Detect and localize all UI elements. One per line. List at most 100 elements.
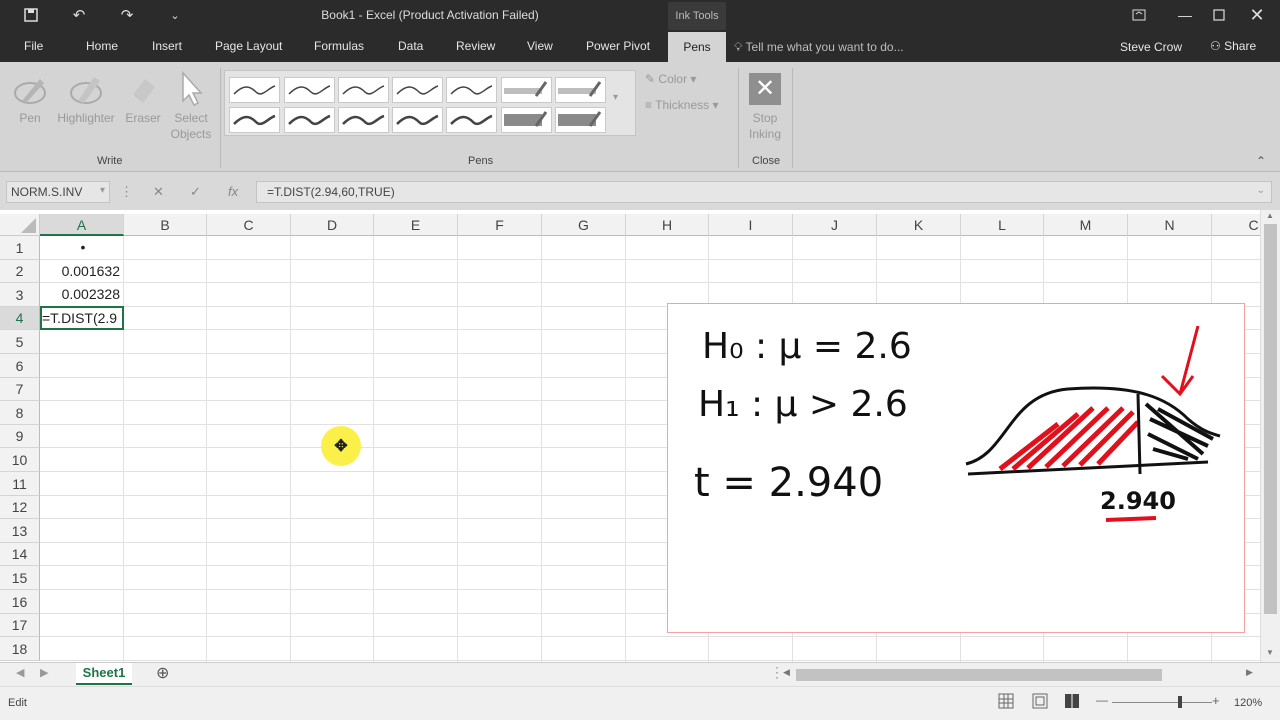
pen-swatch[interactable] — [229, 107, 280, 133]
expand-formula-icon[interactable]: ⌄ — [1257, 185, 1265, 196]
column-header-h[interactable]: H — [626, 214, 709, 236]
pen-swatch[interactable] — [446, 77, 497, 103]
row-header-16[interactable]: 16 — [0, 590, 40, 614]
stop-inking-button[interactable]: ✕ Stop Inking — [742, 68, 788, 142]
ribbon-display-options-icon[interactable] — [1116, 0, 1162, 30]
formula-input[interactable]: =T.DIST(2.94,60,TRUE) ⌄ — [256, 181, 1272, 203]
sheet-tab-sheet1[interactable]: Sheet1 — [76, 663, 132, 685]
row-header-9[interactable]: 9 — [0, 425, 40, 448]
pen-swatch[interactable] — [284, 107, 335, 133]
pen-button[interactable]: Pen — [8, 68, 52, 126]
pen-swatch[interactable] — [229, 77, 280, 103]
pen-swatch[interactable] — [392, 77, 443, 103]
insert-function-icon[interactable]: fx — [228, 184, 238, 199]
column-header-m[interactable]: M — [1044, 214, 1128, 236]
column-header-c[interactable]: C — [1212, 214, 1260, 236]
row-header-5[interactable]: 5 — [0, 330, 40, 354]
name-box-dropdown-icon[interactable]: ▾ — [100, 185, 105, 196]
row-header-11[interactable]: 11 — [0, 472, 40, 496]
ink-drawing-area[interactable]: H₀ : μ = 2.6 H₁ : μ > 2.6 t = 2.940 2.94… — [667, 303, 1245, 633]
select-objects-button[interactable]: Select Objects — [166, 68, 216, 142]
tab-view[interactable]: View — [527, 39, 553, 57]
scroll-down-icon[interactable]: ▼ — [1266, 648, 1274, 657]
row-header-2[interactable]: 2 — [0, 260, 40, 283]
pen-swatch[interactable] — [555, 77, 606, 103]
scroll-right-icon[interactable]: ▶ — [1246, 667, 1253, 678]
pen-swatch[interactable] — [501, 107, 552, 133]
row-header-15[interactable]: 15 — [0, 566, 40, 590]
thickness-button[interactable]: ≡ Thickness ▾ — [645, 98, 719, 112]
column-header-k[interactable]: K — [877, 214, 961, 236]
next-sheet-icon[interactable]: ▶ — [40, 666, 48, 679]
row-header-17[interactable]: 17 — [0, 614, 40, 637]
more-options-icon[interactable]: ⋮ — [120, 184, 133, 200]
pen-swatch[interactable] — [284, 77, 335, 103]
name-box[interactable]: NORM.S.INV ▾ — [6, 181, 110, 203]
column-header-j[interactable]: J — [793, 214, 877, 236]
vertical-scroll-thumb[interactable] — [1264, 224, 1277, 614]
column-header-l[interactable]: L — [961, 214, 1044, 236]
collapse-ribbon-icon[interactable]: ⌃ — [1256, 154, 1266, 168]
cell-a2[interactable]: 0.001632 — [42, 263, 124, 279]
column-header-g[interactable]: G — [542, 214, 626, 236]
zoom-level[interactable]: 120% — [1234, 697, 1262, 709]
cell-a4[interactable]: =T.DIST(2.9 — [42, 310, 124, 326]
select-all-corner[interactable] — [0, 214, 40, 236]
pen-swatch[interactable] — [338, 77, 389, 103]
vertical-scrollbar[interactable]: ▲ ▼ — [1260, 210, 1280, 662]
row-header-1[interactable]: 1 — [0, 236, 40, 260]
share-button[interactable]: ⚇ Share — [1210, 39, 1256, 53]
tab-pens[interactable]: Pens — [668, 32, 726, 62]
row-header-12[interactable]: 12 — [0, 496, 40, 519]
row-header-7[interactable]: 7 — [0, 378, 40, 401]
gallery-more-icon[interactable]: ▾ — [613, 92, 618, 103]
cell-a1[interactable]: • — [42, 239, 124, 255]
pen-swatch[interactable] — [555, 107, 606, 133]
page-layout-view-icon[interactable] — [1032, 693, 1048, 712]
highlighter-button[interactable]: Highlighter — [54, 68, 118, 126]
tab-split-icon[interactable]: ⋮ — [770, 664, 784, 681]
row-header-10[interactable]: 10 — [0, 448, 40, 472]
tab-insert[interactable]: Insert — [152, 39, 182, 57]
column-header-b[interactable]: B — [124, 214, 207, 236]
prev-sheet-icon[interactable]: ◀ — [16, 666, 24, 679]
cancel-icon[interactable]: ✕ — [153, 184, 164, 200]
column-header-a[interactable]: A — [40, 214, 124, 236]
tell-me-search[interactable]: 💡︎ Tell me what you want to do... — [734, 40, 904, 55]
tab-home[interactable]: Home — [86, 39, 118, 57]
column-header-i[interactable]: I — [709, 214, 793, 236]
enter-icon[interactable]: ✓ — [190, 184, 201, 200]
eraser-button[interactable]: Eraser — [122, 68, 164, 126]
column-header-c[interactable]: C — [207, 214, 291, 236]
row-header-13[interactable]: 13 — [0, 519, 40, 543]
horizontal-scroll-thumb[interactable] — [796, 669, 1162, 681]
tab-data[interactable]: Data — [398, 39, 423, 57]
row-header-3[interactable]: 3 — [0, 283, 40, 307]
color-button[interactable]: ✎ Color ▾ — [645, 72, 696, 86]
tab-power-pivot[interactable]: Power Pivot — [586, 39, 650, 57]
row-header-8[interactable]: 8 — [0, 401, 40, 425]
zoom-out-icon[interactable]: — — [1096, 693, 1108, 707]
cell-a3[interactable]: 0.002328 — [42, 286, 124, 302]
normal-view-icon[interactable] — [998, 693, 1014, 712]
zoom-slider-thumb[interactable] — [1178, 696, 1182, 708]
scroll-left-icon[interactable]: ◀ — [783, 667, 790, 678]
row-header-18[interactable]: 18 — [0, 637, 40, 661]
tab-page-layout[interactable]: Page Layout — [215, 39, 282, 57]
page-break-view-icon[interactable] — [1064, 693, 1080, 712]
column-header-d[interactable]: D — [291, 214, 374, 236]
row-header-4[interactable]: 4 — [0, 307, 40, 330]
column-header-e[interactable]: E — [374, 214, 458, 236]
tab-formulas[interactable]: Formulas — [314, 39, 364, 57]
tab-file[interactable]: File — [24, 39, 43, 57]
tab-review[interactable]: Review — [456, 39, 495, 57]
pen-swatch[interactable] — [392, 107, 443, 133]
scroll-up-icon[interactable]: ▲ — [1266, 211, 1274, 220]
column-header-f[interactable]: F — [458, 214, 542, 236]
user-name[interactable]: Steve Crow — [1120, 40, 1182, 54]
pen-swatch[interactable] — [338, 107, 389, 133]
pen-swatch[interactable] — [446, 107, 497, 133]
close-window-icon[interactable]: ✕ — [1234, 0, 1280, 30]
zoom-in-icon[interactable]: + — [1212, 693, 1220, 708]
row-header-6[interactable]: 6 — [0, 354, 40, 378]
